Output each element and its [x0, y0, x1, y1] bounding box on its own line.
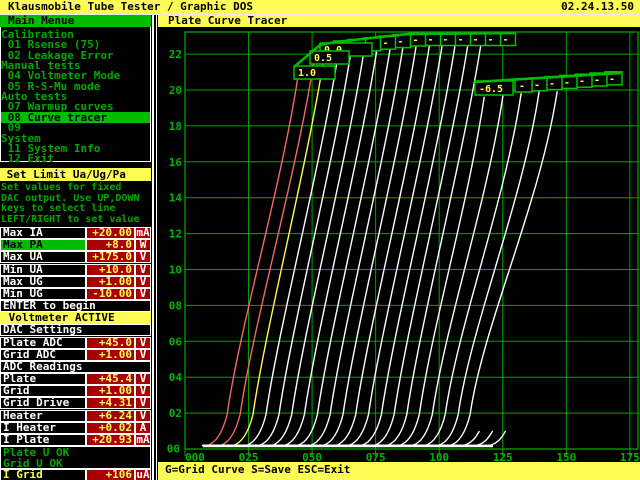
set-limit-header: Set Limit Ua/Ug/Pa: [0, 168, 151, 181]
hotkey-bar: G=Grid Curve S=Save ESC=Exit: [158, 462, 640, 480]
y-tick-10: 10: [169, 264, 182, 277]
svg-text:-: -: [579, 76, 585, 87]
plate-curve-ug-6-5: [203, 97, 484, 445]
svg-text:-: -: [398, 37, 404, 48]
clock: 02.24.13.50: [561, 0, 634, 14]
help-line-3: keys to select line: [1, 203, 151, 214]
tube-tester-screen: Klausmobile Tube Tester / Graphic DOS 02…: [0, 0, 640, 480]
param-row-i-plate[interactable]: I Plate+20.93mA: [0, 434, 151, 446]
plate-curve-chart: 2220181614121008060402000000250500751001…: [158, 15, 640, 462]
param-label: I Grid: [0, 469, 86, 480]
grid-label-box-0-5: 0.5: [310, 51, 349, 64]
y-tick-00: 00: [167, 443, 180, 456]
svg-text:-: -: [609, 74, 615, 85]
y-tick-20: 20: [169, 84, 182, 97]
title-bar: Klausmobile Tube Tester / Graphic DOS 02…: [0, 0, 640, 14]
param-unit: V: [135, 397, 151, 409]
panel-divider-thin: [156, 15, 157, 480]
plate-curve-ug-5-5: [203, 36, 469, 445]
y-tick-08: 08: [169, 299, 182, 312]
main-menu-header: Main Menue: [0, 15, 151, 27]
plate-curve-ug-0-0: [203, 51, 325, 446]
param-unit: mA: [135, 434, 151, 446]
x-tick-175: 175: [620, 451, 640, 462]
param-unit: V: [135, 251, 151, 263]
param-value[interactable]: +175.0: [86, 251, 135, 263]
svg-text:-: -: [443, 35, 449, 46]
svg-text:-: -: [473, 35, 479, 46]
svg-text:-: -: [503, 35, 509, 46]
grid-label-box-6-5: -6.5: [475, 81, 513, 95]
x-tick-125: 125: [493, 451, 513, 462]
param-value[interactable]: +4.31: [86, 397, 135, 409]
help-line-4: LEFT/RIGHT to set value: [1, 214, 151, 225]
y-tick-22: 22: [169, 48, 182, 61]
param-value[interactable]: +20.93: [86, 434, 135, 446]
plot-panel: Plate Curve Tracer 222018161412100806040…: [158, 15, 640, 480]
svg-text:-: -: [458, 35, 464, 46]
param-row-grid-drive[interactable]: Grid Drive+4.31V: [0, 397, 151, 409]
param-unit: uA: [135, 469, 151, 480]
x-tick-050: 050: [302, 451, 322, 462]
main-menu-list: Calibration 01 Rsense (75) 02 Leakage Er…: [0, 27, 151, 162]
svg-text:-: -: [383, 38, 389, 49]
param-row-i-grid[interactable]: I Grid+106uA: [0, 469, 151, 480]
param-value[interactable]: +106: [86, 469, 135, 480]
y-tick-16: 16: [169, 156, 183, 169]
y-tick-18: 18: [169, 120, 182, 133]
panel-divider: [152, 15, 154, 480]
svg-text:-6.5: -6.5: [479, 84, 503, 95]
x-tick-000: 000: [185, 451, 205, 462]
banner-dac-settings: DAC Settings: [0, 324, 151, 336]
sidebar: Main Menue Calibration 01 Rsense (75) 02…: [0, 15, 152, 480]
x-tick-100: 100: [429, 451, 449, 462]
plate-curve-ug-7-0: [203, 95, 503, 445]
svg-text:-: -: [534, 80, 540, 91]
param-label: Max UA: [0, 251, 86, 263]
grid-label-box-7-0: -: [515, 79, 532, 92]
plate-curve-ug-0-5: [203, 60, 314, 446]
plate-curve-ug-0-5: [203, 49, 339, 446]
svg-text:-: -: [549, 79, 555, 90]
grid-label-box-1-0: 1.0: [294, 66, 335, 79]
svg-text:0.5: 0.5: [314, 53, 332, 64]
param-row-max-ua[interactable]: Max UA+175.0V: [0, 251, 151, 263]
y-tick-06: 06: [169, 335, 183, 348]
x-tick-025: 025: [239, 451, 259, 462]
menu-item-12-exit[interactable]: 12 Exit: [1, 153, 150, 164]
param-unit: V: [135, 288, 151, 300]
svg-text:-: -: [594, 75, 600, 86]
svg-text:-: -: [564, 77, 570, 88]
x-tick-075: 075: [366, 451, 386, 462]
param-unit: V: [135, 349, 151, 361]
y-tick-02: 02: [169, 407, 182, 420]
param-label: Grid Drive: [0, 397, 86, 409]
svg-text:-: -: [488, 35, 494, 46]
param-value[interactable]: +1.00: [86, 349, 135, 361]
ok-status-box: Plate U OKGrid U OK: [0, 446, 151, 469]
svg-text:1.0: 1.0: [298, 68, 316, 79]
x-tick-150: 150: [556, 451, 576, 462]
svg-text:-: -: [519, 81, 525, 92]
y-tick-14: 14: [169, 192, 183, 205]
param-label: I Plate: [0, 434, 86, 446]
y-tick-12: 12: [169, 228, 182, 241]
svg-text:-: -: [428, 35, 434, 46]
svg-text:-: -: [413, 35, 419, 46]
app-title: Klausmobile Tube Tester / Graphic DOS: [8, 0, 253, 14]
y-tick-04: 04: [169, 371, 183, 384]
help-line-1: Set values for fixed: [1, 182, 151, 193]
